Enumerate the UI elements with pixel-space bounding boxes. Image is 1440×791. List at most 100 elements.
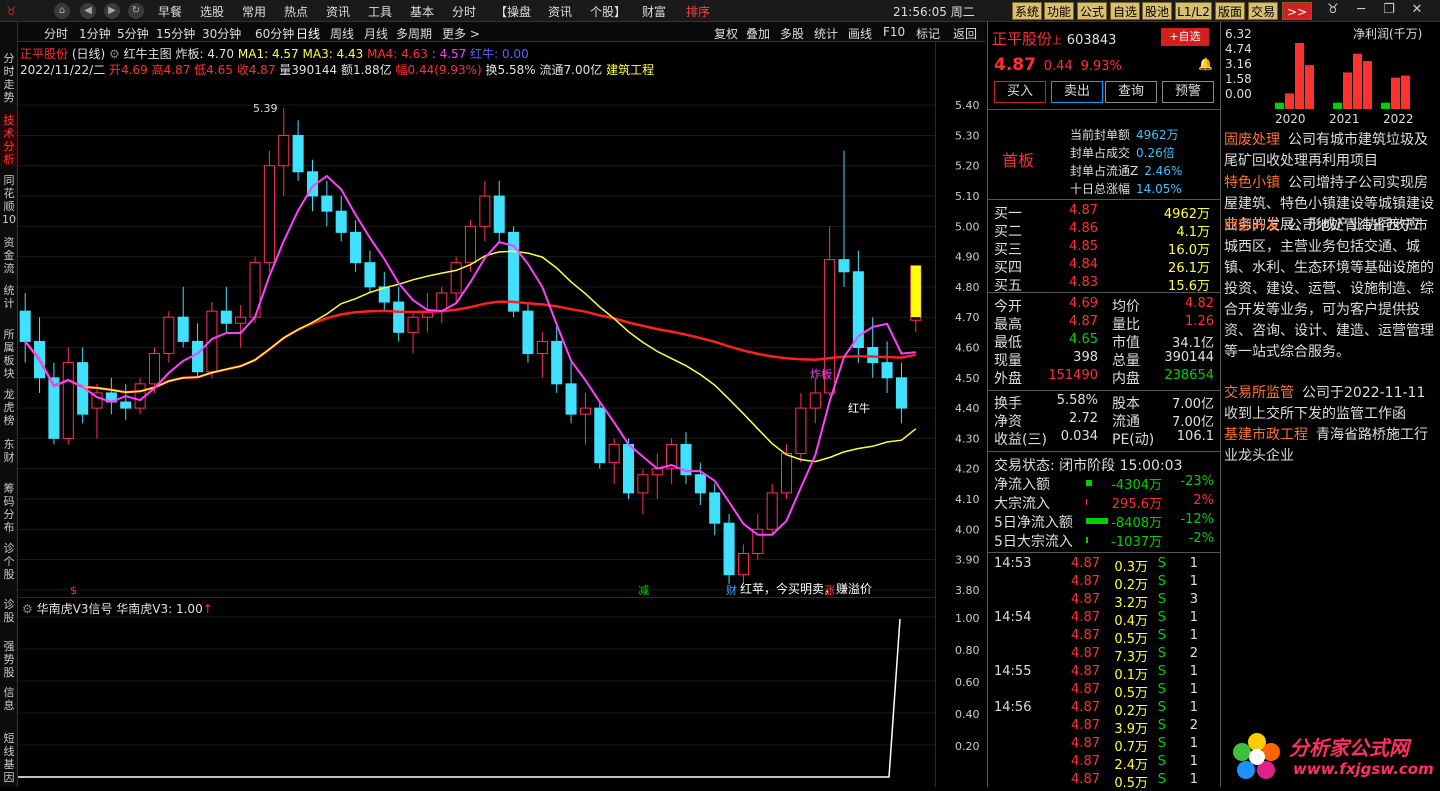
period-5[interactable]: 60分钟 <box>255 25 294 42</box>
toolbar-button-6[interactable]: 版面 <box>1215 2 1245 20</box>
alert-button[interactable]: 预警 <box>1162 81 1214 103</box>
menu-0[interactable]: 早餐 <box>158 3 182 20</box>
restore-button[interactable]: ❐ <box>1378 2 1400 20</box>
menu-9[interactable]: 资讯 <box>548 3 572 20</box>
tick-price: 4.87 <box>1071 628 1100 643</box>
concept-item[interactable]: 西部开发 公司地处青海省西宁市城西区，主营业务包括交通、城镇、水利、生态环境等基础… <box>1224 216 1438 363</box>
left-tab-9[interactable]: 诊个股 <box>1 542 17 581</box>
menu-2[interactable]: 常用 <box>242 3 266 20</box>
period-0[interactable]: 分时 <box>44 25 68 42</box>
concept-item[interactable]: 基建市政工程 青海省路桥施工行业龙头企业 <box>1224 425 1438 467</box>
concept-item[interactable]: 交易所监管 公司于2022-11-11收到上交所下发的监管工作函 <box>1224 383 1438 425</box>
left-tab-1[interactable]: 技术分析 <box>1 114 17 166</box>
menu-5[interactable]: 工具 <box>368 3 392 20</box>
left-tab-5[interactable]: 所属板块 <box>1 328 17 380</box>
left-tab-0[interactable]: 分时走势 <box>1 52 17 104</box>
toolbar-button-4[interactable]: 股池 <box>1142 2 1172 20</box>
menu-4[interactable]: 资讯 <box>326 3 350 20</box>
left-tab-12[interactable]: 信息 <box>1 686 17 712</box>
toolbar-button-1[interactable]: 功能 <box>1044 2 1074 20</box>
menu-8[interactable]: 【操盘 <box>495 3 531 20</box>
concept-item[interactable]: 固废处理 公司有城市建筑垃圾及尾矿回收处理再利用项目 <box>1224 130 1438 172</box>
left-tab-8[interactable]: 筹码分布 <box>1 482 17 534</box>
minimize-button[interactable]: ─ <box>1350 2 1372 20</box>
period-7[interactable]: 周线 <box>330 25 354 42</box>
toolbar-button-8[interactable]: >> <box>1282 2 1312 20</box>
candle-body <box>263 165 275 264</box>
chart-tool-2[interactable]: 多股 <box>780 25 804 42</box>
left-tab-6[interactable]: 龙虎榜 <box>1 388 17 427</box>
menu-1[interactable]: 选股 <box>200 3 224 20</box>
query-button[interactable]: 查询 <box>1105 81 1157 103</box>
event-marker[interactable]: $ <box>70 584 77 595</box>
toolbar-button-2[interactable]: 公式 <box>1077 2 1107 20</box>
period-2[interactable]: 5分钟 <box>117 25 149 42</box>
flow-pct: 2% <box>1193 493 1214 508</box>
sell-button[interactable]: 卖出 <box>1051 81 1103 103</box>
tick-count: 1 <box>1189 700 1198 715</box>
bar-amt: 额1.88亿 <box>340 63 392 77</box>
bar-high: 高4.87 <box>151 63 191 77</box>
period-3[interactable]: 15分钟 <box>156 25 195 42</box>
left-tab-10[interactable]: 诊股 <box>1 598 17 624</box>
menu-12[interactable]: 排序 <box>686 3 710 20</box>
left-tab-2[interactable]: 同花顺10 <box>1 174 17 226</box>
back-icon[interactable]: ◀ <box>80 3 96 19</box>
price-tick: 4.30 <box>955 432 980 445</box>
bar-sector[interactable]: 建筑工程 <box>606 63 654 77</box>
event-marker[interactable]: 财 <box>726 583 737 595</box>
sub-indicator-name[interactable]: 华南虎V3信号 <box>37 602 113 616</box>
left-tab-13[interactable]: 短线基因 <box>1 732 17 784</box>
period-4[interactable]: 30分钟 <box>202 25 241 42</box>
event-marker[interactable]: 减 <box>638 584 649 595</box>
left-tab-7[interactable]: 东财 <box>1 438 17 464</box>
toolbar-button-5[interactable]: L1/L2 <box>1175 2 1212 20</box>
sub-settings-icon[interactable]: ⚙ <box>22 602 33 616</box>
menu-3[interactable]: 热点 <box>284 3 308 20</box>
period-8[interactable]: 月线 <box>364 25 388 42</box>
chart-tool-3[interactable]: 统计 <box>814 25 838 42</box>
toolbar-button-7[interactable]: 交易 <box>1248 2 1278 20</box>
toolbar-button-3[interactable]: 自选 <box>1110 2 1140 20</box>
refresh-icon[interactable]: ↻ <box>128 3 144 19</box>
menu-6[interactable]: 基本 <box>410 3 434 20</box>
close-button[interactable]: ✕ <box>1406 2 1428 20</box>
bell-icon[interactable]: 🔔 <box>1198 57 1213 71</box>
menu-11[interactable]: 财富 <box>642 3 666 20</box>
candle-body <box>795 407 807 455</box>
stat-value: 34.1亿 <box>1172 336 1214 351</box>
menu-10[interactable]: 个股】 <box>590 3 626 20</box>
left-tab-11[interactable]: 强势股 <box>1 640 17 679</box>
home-icon[interactable]: ⌂ <box>54 3 70 19</box>
period-6[interactable]: 日线 <box>296 25 320 42</box>
period-9[interactable]: 多周期 <box>396 25 432 42</box>
left-tab-3[interactable]: 资金流 <box>1 236 17 275</box>
buy-button[interactable]: 买入 <box>994 81 1046 103</box>
chart-tool-1[interactable]: 叠加 <box>746 25 770 42</box>
stat-label: 市值 <box>1112 335 1140 351</box>
tick-volume: 0.3万 <box>1114 560 1148 575</box>
settings-icon[interactable]: ⚙ <box>109 47 120 61</box>
period-1[interactable]: 1分钟 <box>79 25 111 42</box>
chart-tool-4[interactable]: 画线 <box>848 25 872 42</box>
period-10[interactable]: 更多 > <box>442 25 480 42</box>
chart-tool-0[interactable]: 复权 <box>714 25 738 42</box>
chart-tool-6[interactable]: 标记 <box>916 25 940 42</box>
chart-tool-5[interactable]: F10 <box>883 25 905 39</box>
candle-body <box>292 134 304 173</box>
menu-7[interactable]: 分时 <box>452 3 476 20</box>
chart-tool-7[interactable]: 返回 <box>953 25 977 42</box>
event-marker[interactable]: 涨 <box>824 584 835 595</box>
candlestick-chart[interactable]: 5.39 炸板红牛红苹，今买明卖，赚溢价 $ 减 财 涨 <box>18 80 935 595</box>
toolbar-button-0[interactable]: 系统 <box>1012 2 1042 20</box>
notification-icon[interactable]: ♉ <box>1322 2 1344 20</box>
left-tab-4[interactable]: 统计 <box>1 284 17 310</box>
indicator-name[interactable]: 红牛主图 <box>124 47 172 61</box>
stock-name[interactable]: 正平股份 <box>20 47 68 61</box>
add-watchlist-button[interactable]: +自选 <box>1161 28 1209 46</box>
top-menu-bar: ♉ ⌂ ◀ ▶ ↻ 早餐 选股 常用 热点 资讯 工具 基本 分时 【操盘 资讯 个股】 财富 排序 2… <box>0 0 1440 22</box>
bid-price: 4.87 <box>1069 203 1098 218</box>
signal-subchart[interactable] <box>18 597 935 787</box>
bid-price: 4.85 <box>1069 239 1098 254</box>
forward-icon[interactable]: ▶ <box>104 3 120 19</box>
